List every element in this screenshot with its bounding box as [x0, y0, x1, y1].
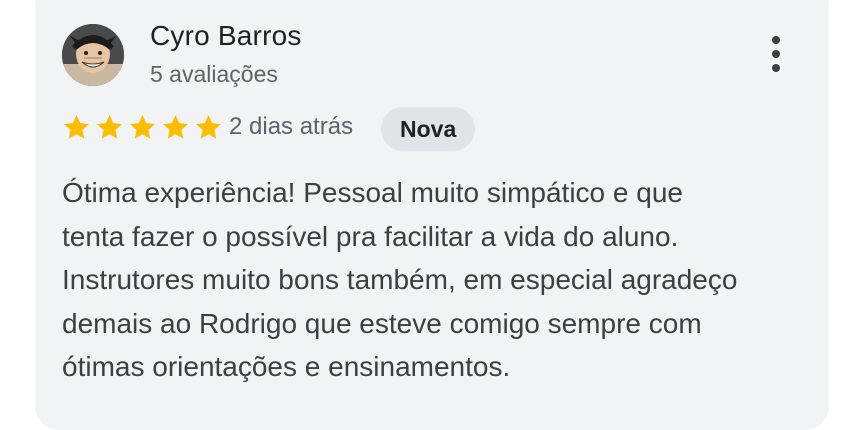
star-icon: [163, 115, 188, 139]
star-rating: [62, 113, 223, 142]
review-text-line: Ótima experiência! Pessoal muito simpáti…: [62, 177, 683, 208]
new-badge: Nova: [381, 107, 476, 151]
review-text: Ótima experiência! Pessoal muito simpáti…: [62, 171, 822, 389]
more-options-button[interactable]: [760, 30, 792, 78]
review-text-line: Instrutores muito bons também, em especi…: [62, 264, 738, 295]
star-icon: [64, 115, 89, 139]
review-text-line: tenta fazer o possível pra facilitar a v…: [62, 220, 679, 252]
more-vert-icon: [772, 36, 780, 44]
avatar[interactable]: [62, 24, 124, 86]
author-name[interactable]: Cyro Barros: [150, 20, 302, 52]
review-time: 2 dias atrás: [229, 113, 354, 140]
star-icon: [97, 115, 122, 139]
avatar-image: [62, 24, 124, 86]
star-icon: [196, 115, 221, 139]
review-text-line: ótimas orientações e ensinamentos.: [62, 351, 511, 382]
review-text-line: demais ao Rodrigo que esteve comigo semp…: [62, 307, 702, 339]
star-icon: [130, 115, 155, 139]
author-review-count: 5 avaliações: [150, 61, 278, 87]
